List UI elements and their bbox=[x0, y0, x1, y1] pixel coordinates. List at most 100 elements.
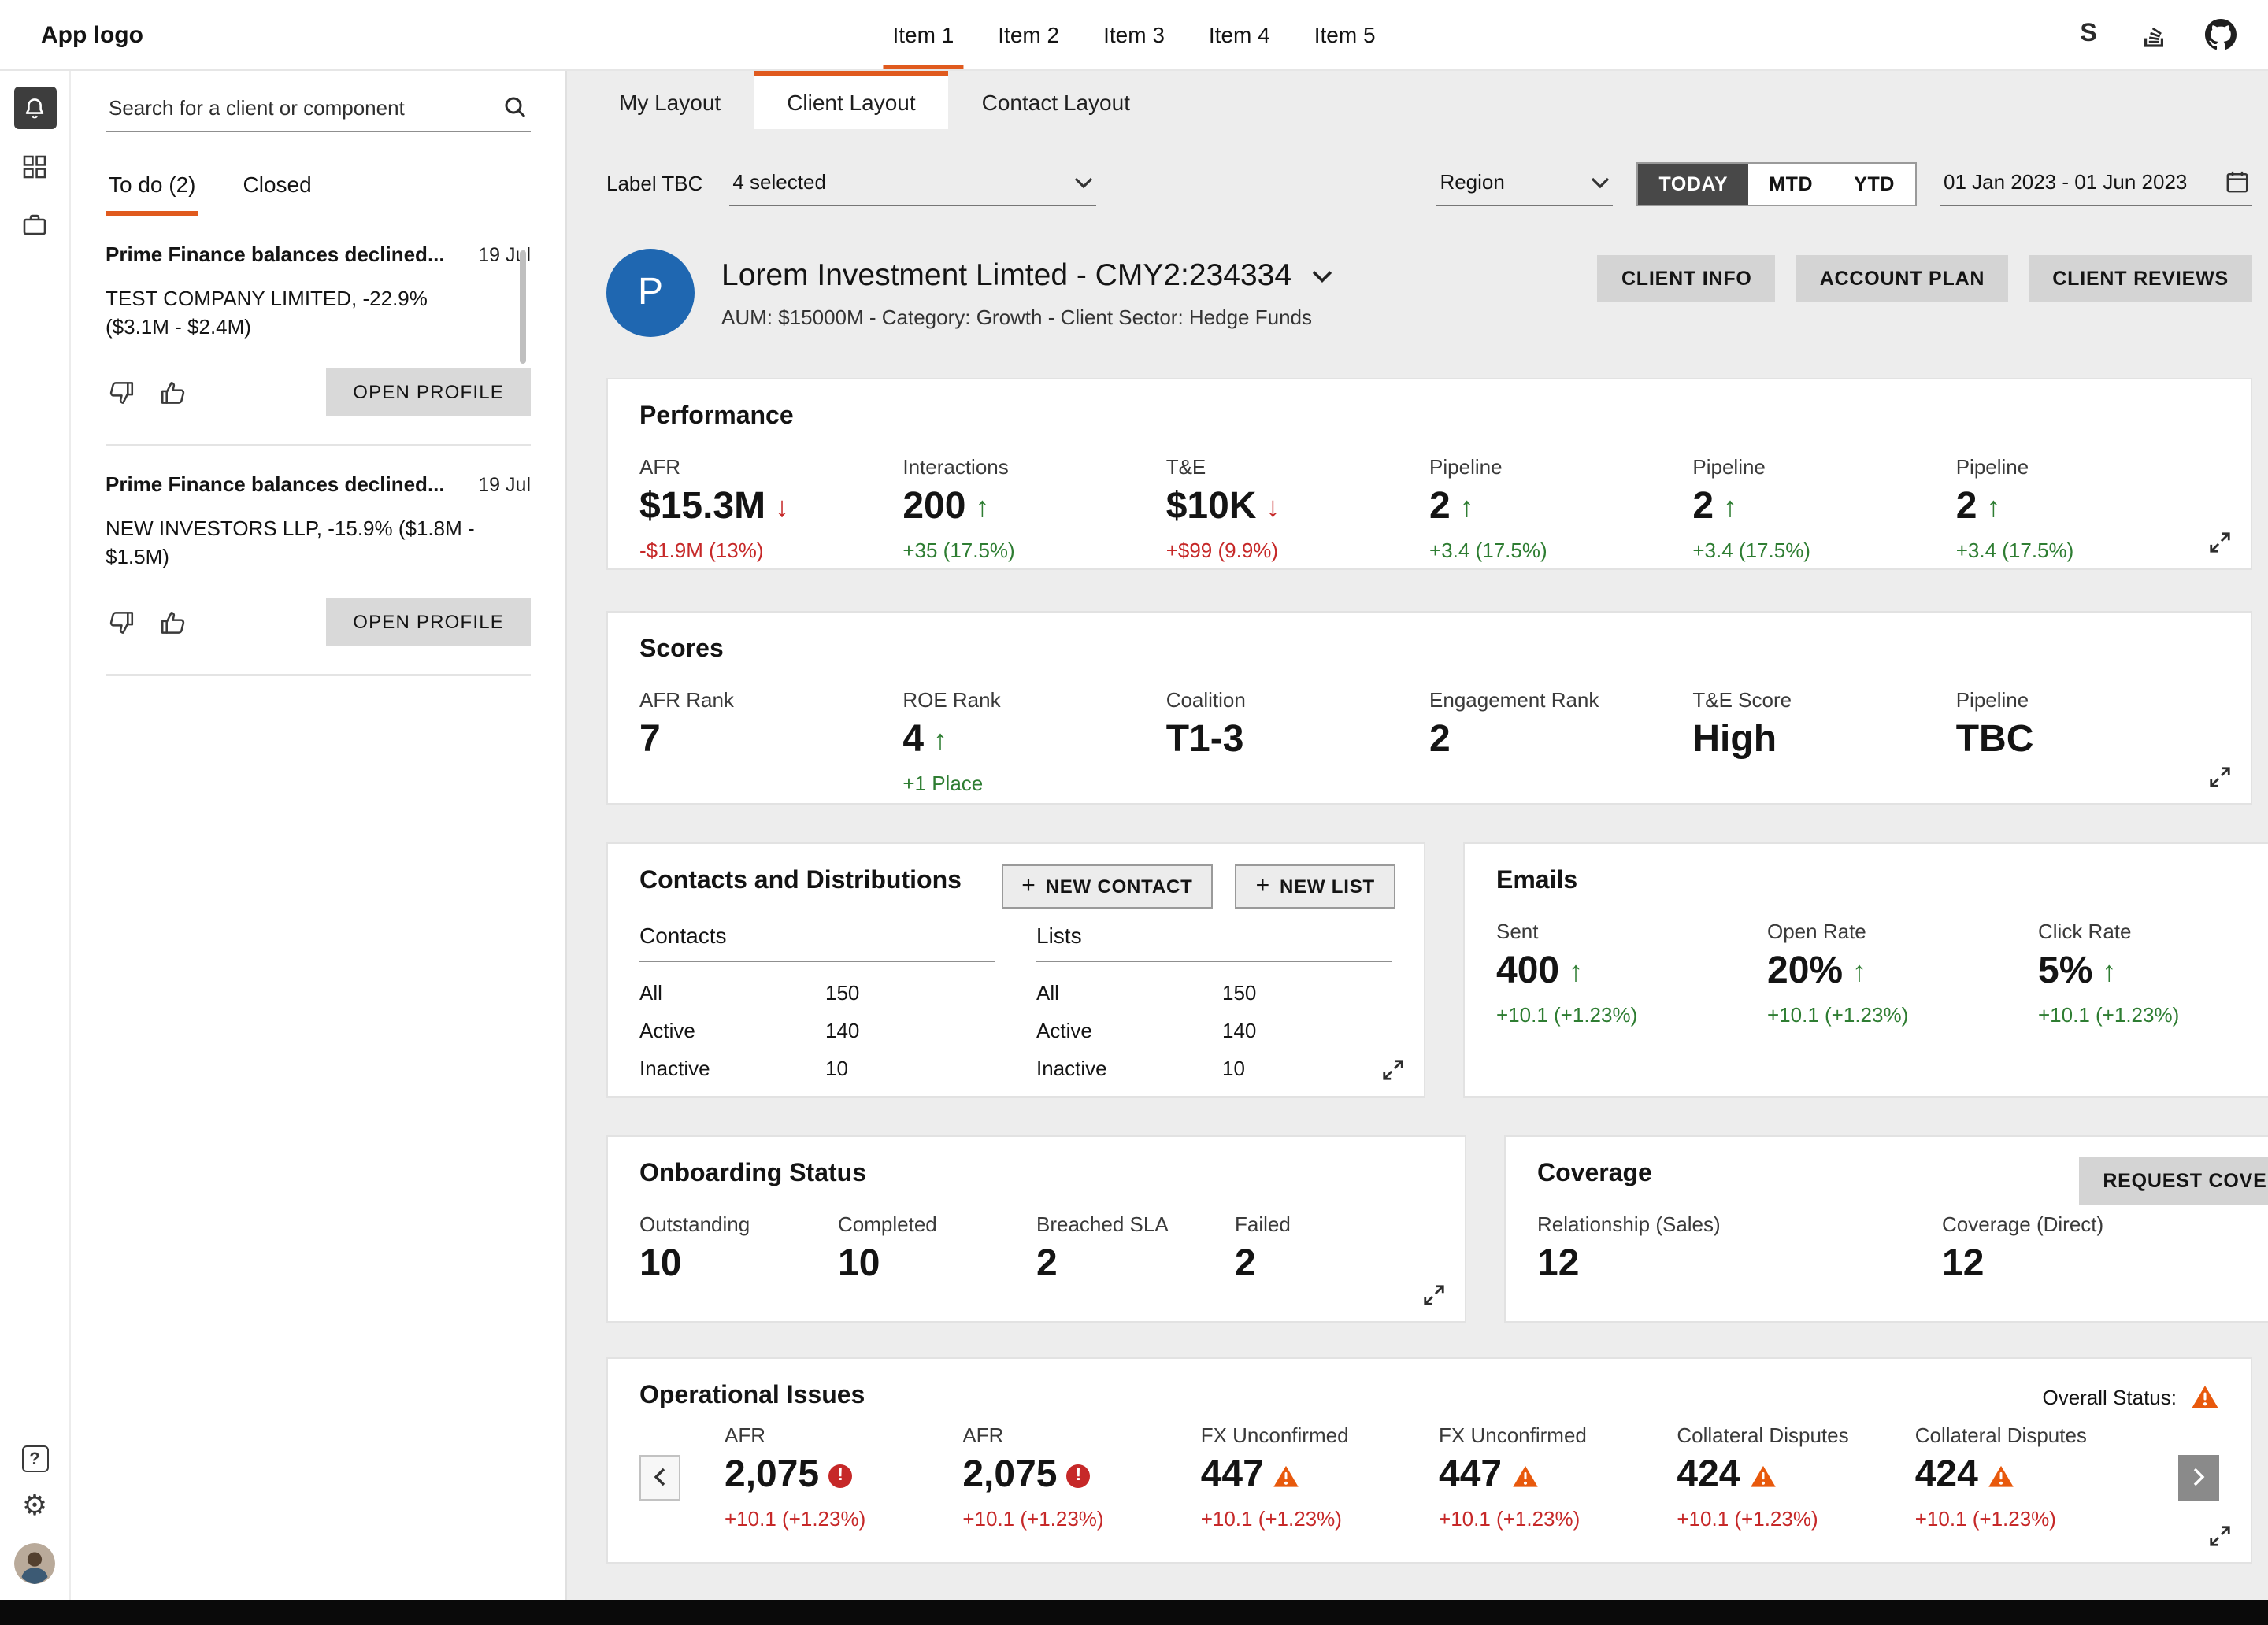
notification-footer: OPEN PROFILE bbox=[106, 368, 531, 416]
metric-number: 20% bbox=[1767, 953, 1843, 990]
client-dropdown-chevron-icon[interactable] bbox=[1309, 265, 1336, 286]
client-action-button[interactable]: CLIENT INFO bbox=[1598, 255, 1776, 302]
metric: Pipeline TBC bbox=[1956, 688, 2219, 795]
metric: Outstanding 10 bbox=[639, 1212, 838, 1283]
metric-value: High bbox=[1692, 721, 1955, 759]
thumbs-up-icon[interactable] bbox=[159, 606, 191, 638]
warning-icon bbox=[1511, 1464, 1538, 1487]
notification-card: Prime Finance balances declined... 19 Ju… bbox=[106, 216, 531, 446]
top-nav-item[interactable]: Item 3 bbox=[1094, 0, 1174, 69]
metric: Coalition T1-3 bbox=[1166, 688, 1429, 795]
carousel-left-button[interactable] bbox=[639, 1454, 680, 1500]
lists-table: Lists All 150 Activ bbox=[1036, 923, 1392, 1080]
label-multiselect[interactable]: 4 selected bbox=[729, 161, 1096, 206]
help-icon[interactable] bbox=[21, 1445, 48, 1472]
metric-value: 424 bbox=[1915, 1457, 2153, 1494]
metric-label: Sent bbox=[1496, 920, 1767, 943]
grid-icon[interactable] bbox=[13, 145, 56, 187]
row-label: All bbox=[639, 981, 825, 1005]
metric-number: 10 bbox=[838, 1246, 880, 1283]
metric-number: High bbox=[1692, 721, 1777, 759]
stackoverflow-icon[interactable] bbox=[2139, 19, 2170, 50]
period-option[interactable]: MTD bbox=[1748, 163, 1833, 204]
metric-value: 10 bbox=[639, 1246, 838, 1283]
notification-head: Prime Finance balances declined... 19 Ju… bbox=[106, 242, 531, 266]
thumbs-down-icon[interactable] bbox=[106, 376, 137, 408]
region-select[interactable]: Region bbox=[1436, 161, 1613, 206]
thumbs-up-icon[interactable] bbox=[159, 376, 191, 408]
new-contact-button[interactable]: NEW CONTACT bbox=[1001, 864, 1213, 909]
notification-head: Prime Finance balances declined... 19 Ju… bbox=[106, 472, 531, 496]
expand-icon[interactable] bbox=[2208, 531, 2232, 554]
carousel-right-button[interactable] bbox=[2178, 1454, 2219, 1500]
sidebar-scrollbar[interactable] bbox=[520, 250, 526, 364]
plus-icon bbox=[1256, 875, 1270, 898]
briefcase-icon[interactable] bbox=[13, 203, 56, 246]
emails-metrics: Sent 400 +10.1 (+1.23%) Open Rate bbox=[1496, 920, 2268, 1027]
layout-tab[interactable]: My Layout bbox=[586, 71, 754, 129]
metric-number: 5% bbox=[2038, 953, 2092, 990]
client-name: Lorem Investment Limted - CMY2:234334 bbox=[721, 257, 1292, 294]
date-range-picker[interactable]: 01 Jan 2023 - 01 Jun 2023 bbox=[1940, 161, 2252, 206]
expand-icon[interactable] bbox=[2208, 1524, 2232, 1548]
search-input[interactable] bbox=[109, 95, 490, 119]
expand-icon[interactable] bbox=[1381, 1058, 1405, 1082]
metric: Open Rate 20% +10.1 (+1.23%) bbox=[1767, 920, 2038, 1027]
metric-number: 200 bbox=[902, 488, 965, 526]
metric-label: Relationship (Sales) bbox=[1537, 1212, 1942, 1236]
card-title: Onboarding Status bbox=[639, 1160, 1433, 1189]
notification-card: Prime Finance balances declined... 19 Ju… bbox=[106, 446, 531, 676]
table-row: Active 140 bbox=[1036, 1019, 1392, 1042]
metric-label: FX Unconfirmed bbox=[1201, 1423, 1439, 1447]
trend-arrow-icon bbox=[1986, 493, 2000, 521]
feedback-buttons bbox=[106, 376, 191, 408]
expand-icon[interactable] bbox=[2208, 765, 2232, 789]
top-nav-item[interactable]: Item 5 bbox=[1305, 0, 1385, 69]
sidebar-tab[interactable]: Closed bbox=[240, 172, 315, 216]
period-option[interactable]: TODAY bbox=[1638, 163, 1748, 204]
emails-card: Emails Sent 400 +10.1 (+1.23%) bbox=[1463, 842, 2268, 1098]
metric: Sent 400 +10.1 (+1.23%) bbox=[1496, 920, 1767, 1027]
user-avatar[interactable] bbox=[14, 1543, 55, 1584]
search-icon[interactable] bbox=[502, 94, 528, 120]
gear-icon[interactable] bbox=[22, 1493, 47, 1523]
metric-value: 2,075 bbox=[962, 1457, 1200, 1494]
main-content: Label TBC 4 selected Region TODAY MTD bbox=[567, 161, 2268, 1564]
onboarding-card: Onboarding Status Outstanding 10 bbox=[606, 1135, 1466, 1323]
warning-icon bbox=[1273, 1464, 1300, 1487]
notifications-sidebar: To do (2) Closed Prime Finance balances … bbox=[71, 71, 567, 1600]
top-nav-item[interactable]: Item 4 bbox=[1199, 0, 1280, 69]
metric-delta: +10.1 (+1.23%) bbox=[2038, 1003, 2268, 1027]
layout-tab[interactable]: Client Layout bbox=[754, 71, 948, 129]
notification-date: 19 Jul bbox=[478, 474, 531, 496]
metric: AFR 2,075 +10.1 (+1.23%) bbox=[962, 1423, 1200, 1531]
filter-bar: Label TBC 4 selected Region TODAY MTD bbox=[606, 161, 2252, 206]
bell-icon[interactable] bbox=[13, 87, 56, 129]
top-nav-item[interactable]: Item 1 bbox=[883, 0, 963, 69]
open-profile-button[interactable]: OPEN PROFILE bbox=[326, 368, 531, 416]
s-logo-icon[interactable]: S bbox=[2073, 19, 2104, 50]
layout-tab[interactable]: Contact Layout bbox=[949, 71, 1163, 129]
sidebar-tab[interactable]: To do (2) bbox=[106, 172, 199, 216]
new-list-button[interactable]: NEW LIST bbox=[1236, 864, 1395, 909]
metric-delta: +10.1 (+1.23%) bbox=[1767, 1003, 2038, 1027]
expand-icon[interactable] bbox=[1422, 1283, 1446, 1307]
app-logo[interactable]: App logo bbox=[41, 21, 143, 48]
open-profile-button[interactable]: OPEN PROFILE bbox=[326, 598, 531, 646]
client-action-button[interactable]: CLIENT REVIEWS bbox=[2029, 255, 2252, 302]
metric-number: 4 bbox=[902, 721, 924, 759]
period-option[interactable]: YTD bbox=[1833, 163, 1915, 204]
metric: T&E $10K +$99 (9.9%) bbox=[1166, 455, 1429, 562]
notification-body: NEW INVESTORS LLP, -15.9% ($1.8M - $1.5M… bbox=[106, 515, 531, 570]
metric-number: 2 bbox=[1692, 488, 1714, 526]
row-value: 10 bbox=[825, 1057, 848, 1080]
metric-value: 2,075 bbox=[724, 1457, 962, 1494]
notification-footer: OPEN PROFILE bbox=[106, 598, 531, 646]
card-title: Performance bbox=[639, 403, 2219, 431]
top-nav-item[interactable]: Item 2 bbox=[988, 0, 1069, 69]
client-action-button[interactable]: ACCOUNT PLAN bbox=[1796, 255, 2009, 302]
github-icon[interactable] bbox=[2205, 19, 2236, 50]
thumbs-down-icon[interactable] bbox=[106, 606, 137, 638]
metric-number: 2,075 bbox=[724, 1457, 819, 1494]
request-coverage-button[interactable]: REQUEST COVERAGE bbox=[2079, 1157, 2268, 1205]
